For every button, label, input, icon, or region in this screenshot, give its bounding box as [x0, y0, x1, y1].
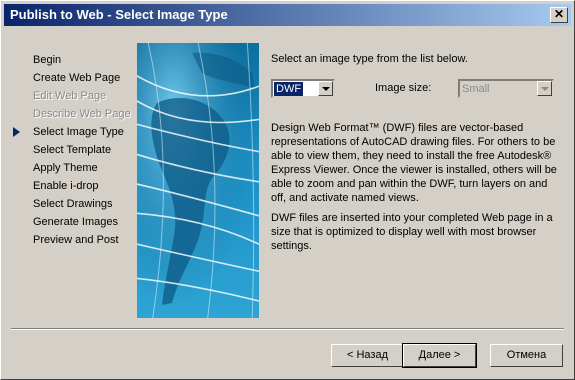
image-size-value: Small — [462, 83, 490, 95]
cancel-button[interactable]: Отмена — [490, 344, 563, 367]
wizard-steps: Begin Create Web Page Edit Web Page Desc… — [11, 51, 139, 249]
step-select-image-type[interactable]: Select Image Type — [11, 123, 139, 141]
publish-to-web-dialog: Publish to Web - Select Image Type ✕ Beg… — [0, 0, 575, 380]
globe-illustration — [137, 43, 259, 318]
title-bar[interactable]: Publish to Web - Select Image Type ✕ — [4, 4, 571, 26]
back-button[interactable]: < Назад — [331, 344, 404, 367]
instruction-text: Select an image type from the list below… — [271, 53, 468, 65]
wizard-banner-image — [137, 43, 259, 318]
dwf-description: Design Web Format™ (DWF) files are vecto… — [271, 122, 557, 204]
step-begin[interactable]: Begin — [11, 51, 139, 69]
close-icon: ✕ — [553, 7, 565, 21]
image-size-label: Image size: — [375, 82, 432, 94]
window-title: Publish to Web - Select Image Type — [10, 7, 228, 22]
step-generate-images[interactable]: Generate Images — [11, 213, 139, 231]
current-step-arrow-icon — [13, 127, 20, 137]
step-apply-theme[interactable]: Apply Theme — [11, 159, 139, 177]
step-describe-web-page: Describe Web Page — [33, 108, 131, 120]
image-type-select[interactable]: DWF — [271, 79, 335, 98]
step-edit-web-page: Edit Web Page — [33, 90, 107, 102]
step-select-template[interactable]: Select Template — [11, 141, 139, 159]
next-button[interactable]: Далее > — [402, 343, 477, 368]
chevron-down-icon — [537, 81, 552, 96]
step-preview-and-post[interactable]: Preview and Post — [11, 231, 139, 249]
chevron-down-icon[interactable] — [318, 81, 333, 96]
image-size-select: Small — [458, 79, 554, 98]
dwf-note: DWF files are inserted into your complet… — [271, 212, 553, 252]
step-create-web-page[interactable]: Create Web Page — [11, 69, 139, 87]
step-enable-i-drop[interactable]: Enable i-drop — [11, 177, 139, 195]
separator — [11, 328, 564, 330]
image-type-value: DWF — [274, 82, 304, 96]
step-select-drawings[interactable]: Select Drawings — [11, 195, 139, 213]
close-button[interactable]: ✕ — [550, 7, 568, 23]
